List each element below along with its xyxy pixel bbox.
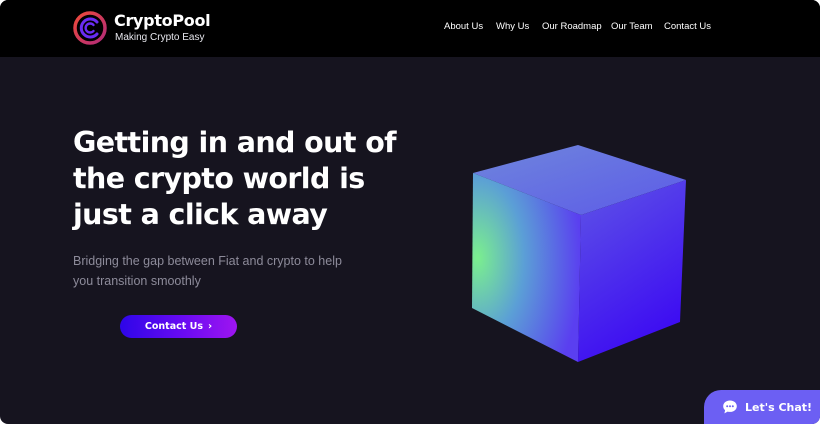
- nav-item-contact-us[interactable]: Contact Us: [664, 21, 711, 32]
- logo[interactable]: CryptoPool Making Crypto Easy: [72, 10, 211, 48]
- nav-item-about-us[interactable]: About Us: [444, 21, 483, 32]
- nav-item-why-us[interactable]: Why Us: [496, 21, 529, 32]
- cube-illustration: [472, 145, 686, 362]
- contact-us-button-label: Contact Us: [144, 321, 203, 332]
- chevron-right-icon: ›: [207, 320, 213, 332]
- page: CryptoPool Making Crypto Easy About Us W…: [0, 0, 820, 424]
- brand-tagline: Making Crypto Easy: [115, 32, 205, 43]
- nav-item-our-roadmap[interactable]: Our Roadmap: [542, 21, 602, 32]
- hero-title: Getting in and out of the crypto world i…: [73, 126, 397, 231]
- lets-chat-label: Let's Chat!: [745, 400, 813, 414]
- logo-icon: [73, 11, 107, 45]
- chat-bubble-icon: [723, 400, 737, 414]
- lets-chat-button[interactable]: Let's Chat!: [704, 390, 820, 424]
- contact-us-button[interactable]: Contact Us ›: [120, 315, 237, 338]
- nav-item-our-team[interactable]: Our Team: [611, 21, 653, 32]
- hero-subtitle: Bridging the gap between Fiat and crypto…: [73, 254, 342, 288]
- brand-name: CryptoPool: [114, 11, 211, 30]
- site-header: CryptoPool Making Crypto Easy About Us W…: [0, 0, 820, 57]
